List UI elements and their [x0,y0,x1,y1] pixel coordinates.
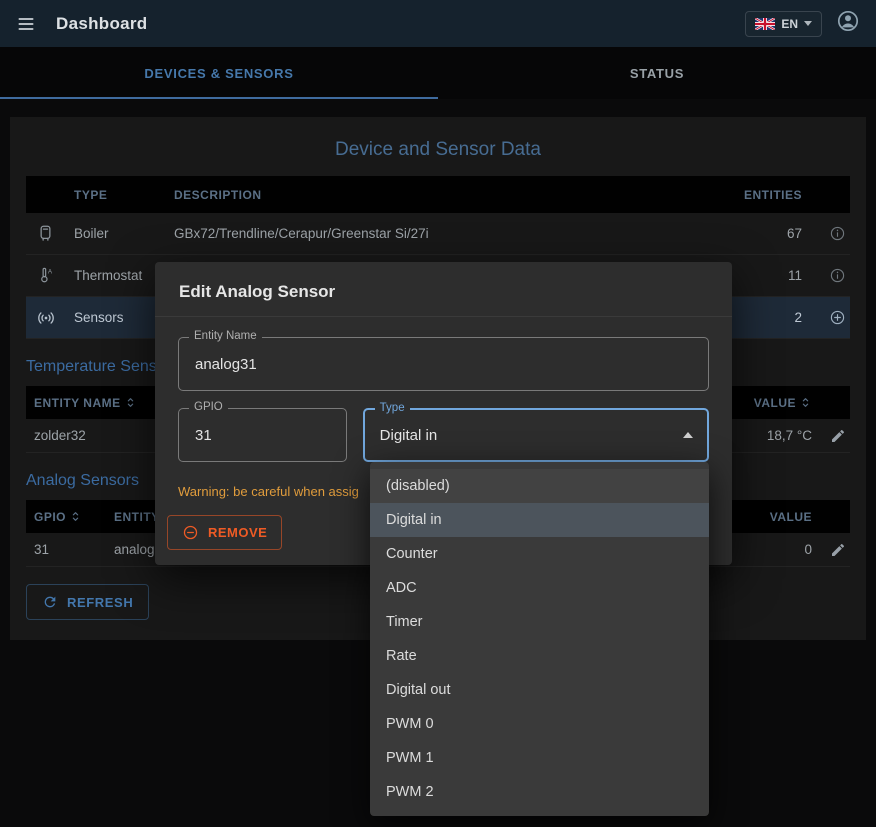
option-pwm-1[interactable]: PWM 1 [370,741,709,775]
col-entities: ENTITIES [744,188,802,202]
screen: Dashboard EN DEVICES & SENSORS STATUS [0,0,876,827]
sensor-value: 0 [804,542,812,557]
option-counter[interactable]: Counter [370,537,709,571]
col-gpio[interactable]: GPIO [26,510,114,524]
app-bar: Dashboard EN [0,0,876,47]
device-entities: 67 [787,226,802,241]
sensors-icon [26,308,74,328]
sensor-value: 18,7 °C [767,428,812,443]
sort-icon [799,396,812,409]
type-dropdown-menu: (disabled) Digital in Counter ADC Timer … [370,462,709,816]
option-pwm-2[interactable]: PWM 2 [370,775,709,809]
tab-status[interactable]: STATUS [438,47,876,99]
col-description: DESCRIPTION [174,188,682,202]
col-type: TYPE [74,188,174,202]
type-select[interactable]: Type Digital in [363,408,709,462]
entity-name-label: Entity Name [189,330,262,342]
option-disabled[interactable]: (disabled) [370,469,709,503]
page-title: Dashboard [56,14,148,34]
account-icon[interactable] [836,9,860,38]
option-adc[interactable]: ADC [370,571,709,605]
refresh-button[interactable]: REFRESH [26,584,149,620]
device-entities: 2 [794,310,802,325]
device-description: GBx72/Trendline/Cerapur/Greenstar Si/27i [174,226,682,241]
sort-icon [124,396,137,409]
add-icon[interactable] [802,309,850,326]
option-digital-in[interactable]: Digital in [370,503,709,537]
dialog-title: Edit Analog Sensor [155,262,732,317]
device-type: Boiler [74,226,174,241]
option-pwm-0[interactable]: PWM 0 [370,707,709,741]
tab-devices-sensors[interactable]: DEVICES & SENSORS [0,47,438,99]
devices-table-header: TYPE DESCRIPTION ENTITIES [26,176,850,213]
info-icon[interactable] [802,225,850,242]
thermostat-icon: A [26,266,74,285]
hamburger-menu-icon[interactable] [16,14,36,34]
edit-icon[interactable] [812,542,850,558]
sort-icon [69,510,82,523]
chevron-up-icon [683,432,693,438]
active-tab-indicator [0,97,438,99]
gpio-type-row: GPIO Type Digital in [178,408,709,462]
language-label: EN [781,17,798,31]
table-row-boiler[interactable]: Boiler GBx72/Trendline/Cerapur/Greenstar… [26,213,850,255]
svg-text:A: A [48,269,53,276]
refresh-icon [42,594,58,610]
gpio-label: GPIO [189,401,228,413]
info-icon[interactable] [802,267,850,284]
uk-flag-icon [755,18,775,30]
option-rate[interactable]: Rate [370,639,709,673]
remove-button[interactable]: REMOVE [167,515,282,550]
device-entities: 11 [788,268,802,283]
card-title: Device and Sensor Data [26,117,850,176]
entity-name-field: Entity Name [178,337,709,391]
type-label: Type [375,402,410,414]
option-timer[interactable]: Timer [370,605,709,639]
tab-bar: DEVICES & SENSORS STATUS [0,47,876,99]
col-value: VALUE [770,510,812,524]
type-selected-value: Digital in [365,427,683,444]
remove-icon [182,524,199,541]
sensor-gpio: 31 [26,542,114,557]
gpio-input[interactable] [179,427,346,444]
option-digital-out[interactable]: Digital out [370,673,709,707]
chevron-down-icon [804,21,812,26]
edit-icon[interactable] [812,428,850,444]
col-value[interactable]: VALUE [754,396,812,410]
gpio-field: GPIO [178,408,347,462]
language-selector[interactable]: EN [745,11,822,37]
entity-name-input[interactable] [179,356,708,373]
app-bar-actions: EN [745,9,860,38]
boiler-icon [26,224,74,243]
